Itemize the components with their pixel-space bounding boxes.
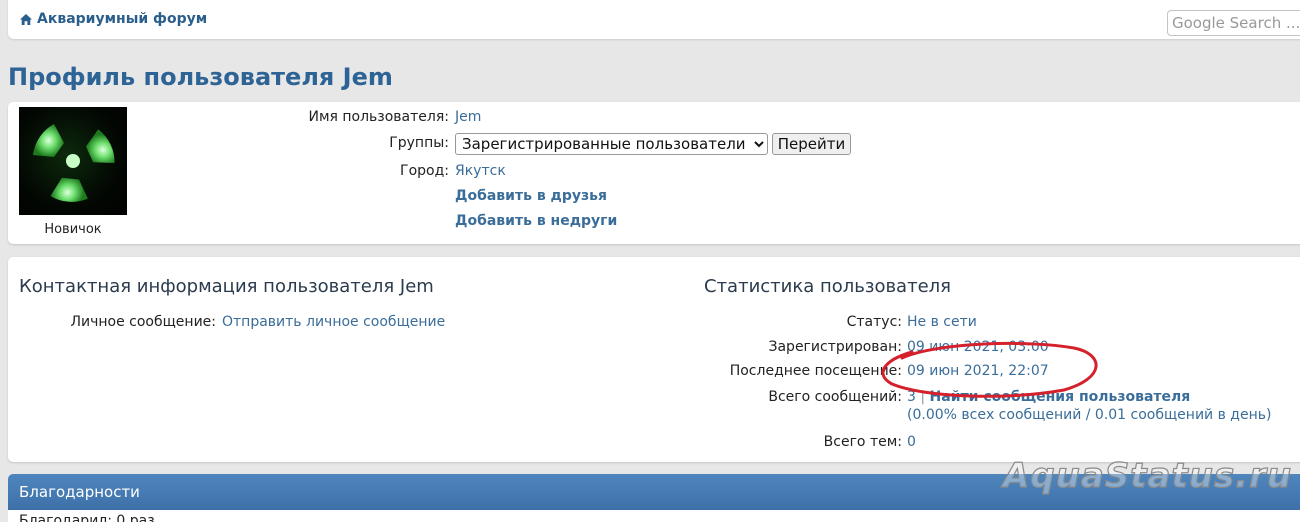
stats-title: Статистика пользователя (704, 276, 951, 297)
red-highlight-ellipse (881, 341, 1098, 398)
username-label: Имя пользователя: (308, 109, 449, 125)
thanks-body-text: Благодарил: 0 раз (19, 513, 155, 522)
status-value: Не в сети (907, 314, 977, 330)
add-foe-link[interactable]: Добавить в недруги (455, 213, 617, 229)
username-value[interactable]: Jem (455, 109, 481, 125)
home-icon (20, 13, 32, 25)
send-pm-link[interactable]: Отправить личное сообщение (222, 314, 445, 330)
city-label: Город: (400, 163, 449, 179)
radiation-icon (33, 124, 115, 202)
add-friend-link[interactable]: Добавить в друзья (455, 188, 607, 204)
page-title: Профиль пользователя Jem (8, 63, 393, 91)
go-button[interactable]: Перейти (772, 133, 851, 155)
home-link[interactable]: Аквариумный форум (19, 11, 207, 27)
contact-title: Контактная информация пользователя Jem (19, 276, 434, 297)
profile-panel: Новичок Имя пользователя: Jem Группы: За… (8, 102, 1300, 244)
status-label: Статус: (846, 314, 902, 330)
google-search-input[interactable] (1167, 10, 1300, 36)
watermark: AquaStatus.ru (1002, 455, 1293, 496)
thanks-title: Благодарности (19, 483, 140, 501)
last-visit-label: Последнее посещение: (729, 363, 902, 379)
top-navbar: Аквариумный форум (8, 0, 1300, 39)
groups-label: Группы: (389, 135, 449, 151)
thanks-body: Благодарил: 0 раз (8, 510, 1300, 522)
pm-label: Личное сообщение: (70, 314, 216, 330)
avatar (19, 107, 127, 215)
posts-detail: (0.00% всех сообщений / 0.01 сообщений в… (907, 407, 1272, 423)
contact-stats-panel: Контактная информация пользователя Jem Л… (8, 257, 1300, 462)
topics-label: Всего тем: (823, 434, 902, 450)
topics-value: 0 (907, 434, 916, 450)
home-label: Аквариумный форум (37, 11, 208, 27)
user-rank: Новичок (44, 222, 102, 237)
groups-select[interactable]: Зарегистрированные пользователи (455, 133, 768, 155)
city-value: Якутск (455, 163, 506, 179)
